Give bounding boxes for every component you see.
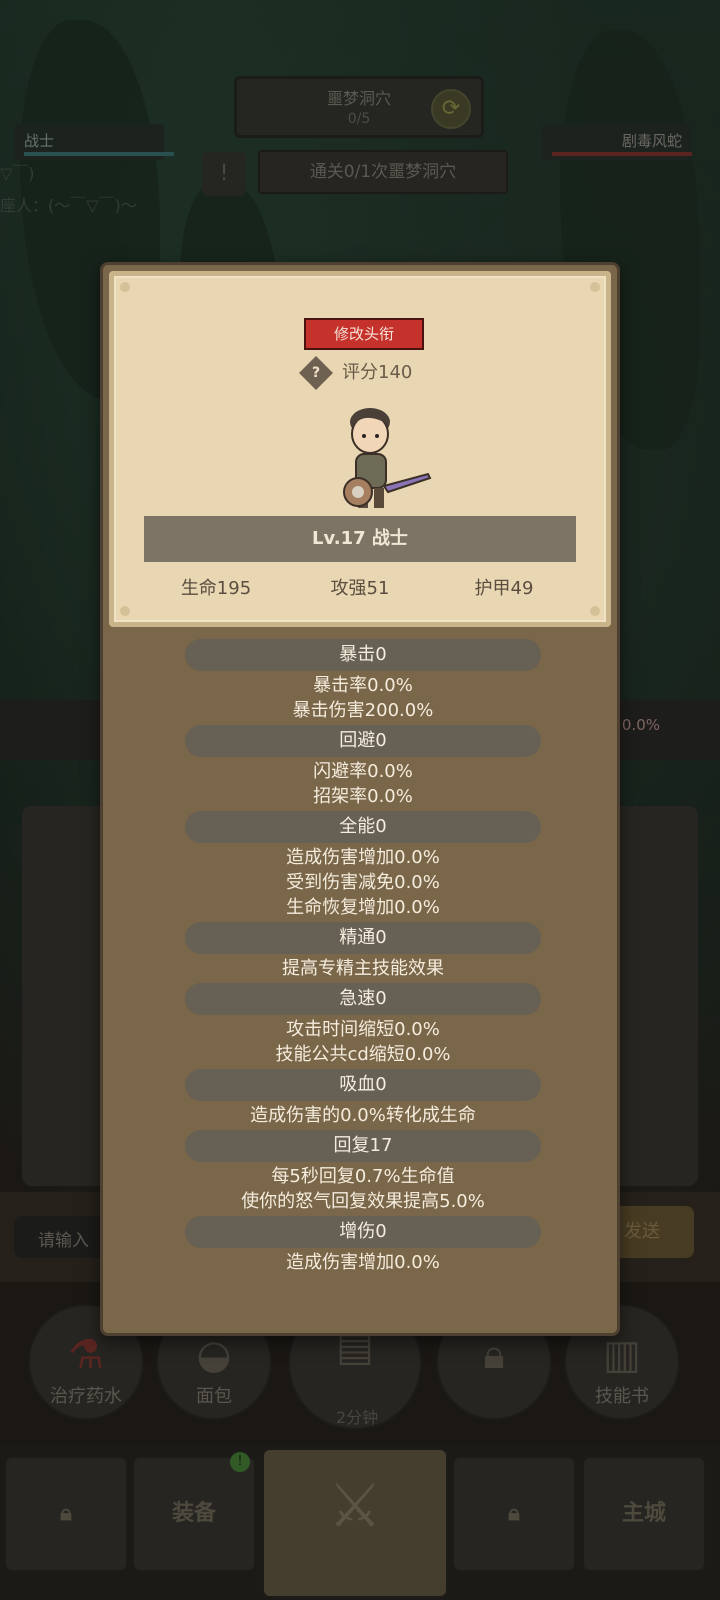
level-bar: Lv.17 战士 <box>144 516 576 562</box>
score-text: 评分140 <box>342 362 413 383</box>
stat-header-crit: 暴击0 <box>185 639 541 671</box>
character-stats-modal: 修改头衔 ? 评分140 Lv.17 战士 生命195 攻强51 护甲49 暴击0… <box>100 262 620 1336</box>
stat-header-avoidance: 回避0 <box>185 725 541 757</box>
stat-header-damage-increase: 增伤0 <box>185 1216 541 1248</box>
stat-detail: 暴击伤害200.0% <box>292 700 434 721</box>
stat-detail: 技能公共cd缩短0.0% <box>275 1044 451 1065</box>
stat-attack-power: 攻强51 <box>330 578 390 599</box>
change-title-button[interactable]: 修改头衔 <box>304 318 424 350</box>
stat-header-versatility: 全能0 <box>185 811 541 843</box>
secondary-stats-list[interactable]: 暴击0 暴击率0.0% 暴击伤害200.0% 回避0 闪避率0.0% 招架率0.… <box>103 637 623 1275</box>
stat-header-regen: 回复17 <box>185 1130 541 1162</box>
character-card: 修改头衔 ? 评分140 Lv.17 战士 生命195 攻强51 护甲49 <box>109 271 611 627</box>
help-icon[interactable]: ? <box>299 356 333 390</box>
stat-header-haste: 急速0 <box>185 983 541 1015</box>
stat-detail: 受到伤害减免0.0% <box>286 872 440 893</box>
stat-detail: 造成伤害增加0.0% <box>286 1252 440 1273</box>
stat-detail: 造成伤害增加0.0% <box>286 847 440 868</box>
stat-detail: 暴击率0.0% <box>313 675 413 696</box>
stat-detail: 使你的怒气回复效果提高5.0% <box>241 1191 485 1212</box>
stat-armor: 护甲49 <box>474 578 534 599</box>
stat-detail: 每5秒回复0.7%生命值 <box>271 1166 455 1187</box>
stat-detail: 攻击时间缩短0.0% <box>286 1019 440 1040</box>
warrior-avatar <box>343 408 432 508</box>
stat-detail: 造成伤害的0.0%转化成生命 <box>250 1105 476 1126</box>
stat-detail: 闪避率0.0% <box>313 761 413 782</box>
stat-health: 生命195 <box>180 578 252 599</box>
stat-detail: 招架率0.0% <box>313 786 413 807</box>
stat-detail: 生命恢复增加0.0% <box>286 897 440 918</box>
stat-detail: 提高专精主技能效果 <box>282 958 444 979</box>
score: ? 评分140 <box>299 356 413 390</box>
stat-header-mastery: 精通0 <box>185 922 541 954</box>
base-stats: 生命195 攻强51 护甲49 <box>144 574 576 604</box>
stat-header-lifesteal: 吸血0 <box>185 1069 541 1101</box>
